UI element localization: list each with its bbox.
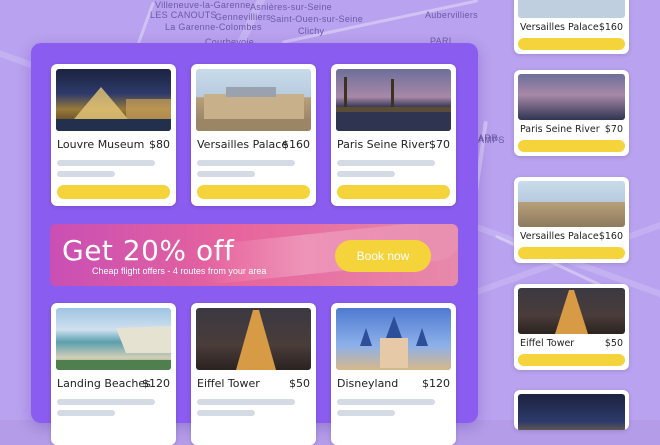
card-title: Disneyland bbox=[337, 377, 399, 390]
offer-card-louvre[interactable]: Louvre Museum $80 bbox=[51, 64, 176, 206]
card-title: Versailles Palace bbox=[520, 231, 599, 242]
side-card-versailles-2[interactable]: Versailles Palace $160 bbox=[514, 177, 629, 263]
book-button[interactable] bbox=[518, 140, 625, 152]
eiffel-tower-icon bbox=[236, 310, 276, 370]
card-price: $50 bbox=[604, 338, 623, 349]
banner-headline: Get 20% off bbox=[62, 234, 235, 267]
card-price: $50 bbox=[289, 377, 310, 390]
map-label: Saint-Ouen-sur-Seine bbox=[270, 14, 364, 24]
text-placeholder bbox=[57, 160, 155, 166]
side-card-eiffel[interactable]: Eiffel Tower $50 bbox=[514, 284, 629, 370]
card-title: Paris Seine River bbox=[520, 124, 600, 135]
card-title: Eiffel Tower bbox=[197, 377, 260, 390]
text-placeholder bbox=[337, 399, 435, 405]
card-title: Louvre Museum bbox=[57, 138, 145, 151]
side-card-louvre[interactable] bbox=[514, 390, 629, 430]
card-title: Versailles Palace bbox=[197, 138, 289, 151]
bridge-icon bbox=[336, 77, 451, 131]
book-button[interactable] bbox=[337, 185, 450, 199]
seine-photo bbox=[518, 74, 625, 120]
book-button[interactable] bbox=[518, 38, 625, 50]
map-label: Gennevilliers bbox=[215, 12, 271, 22]
offer-card-disneyland[interactable]: Disneyland $120 bbox=[331, 303, 456, 445]
card-title: Landing Beaches bbox=[57, 377, 151, 390]
card-price: $160 bbox=[598, 22, 623, 33]
map-label: Aubervilliers bbox=[425, 10, 478, 20]
card-price: $160 bbox=[598, 231, 623, 242]
map-label: Clichy bbox=[298, 26, 325, 36]
text-placeholder bbox=[57, 410, 115, 416]
book-button[interactable] bbox=[518, 247, 625, 259]
card-title: Paris Seine River bbox=[337, 138, 430, 151]
offer-card-versailles[interactable]: Versailles Palace $160 bbox=[191, 64, 316, 206]
castle-icon bbox=[360, 316, 428, 368]
offer-card-beaches[interactable]: Landing Beaches $120 bbox=[51, 303, 176, 445]
text-placeholder bbox=[57, 399, 155, 405]
card-price: $80 bbox=[149, 138, 170, 151]
card-title: Eiffel Tower bbox=[520, 338, 575, 349]
versailles-photo bbox=[196, 69, 311, 131]
text-placeholder bbox=[197, 399, 295, 405]
map-label: Villeneuve-la-Garenne bbox=[155, 0, 251, 10]
text-placeholder bbox=[197, 160, 295, 166]
text-placeholder bbox=[337, 171, 395, 177]
text-placeholder bbox=[337, 160, 435, 166]
versailles-photo bbox=[518, 181, 625, 227]
map-label: LES CANOUTS bbox=[150, 10, 217, 20]
book-now-button[interactable]: Book now bbox=[335, 240, 431, 272]
seine-photo bbox=[336, 69, 451, 131]
side-card-seine[interactable]: Paris Seine River $70 bbox=[514, 70, 629, 156]
louvre-photo bbox=[518, 394, 625, 430]
eiffel-tower-icon bbox=[555, 290, 588, 334]
text-placeholder bbox=[197, 171, 255, 177]
card-price: $160 bbox=[282, 138, 310, 151]
louvre-photo bbox=[56, 69, 171, 131]
book-button[interactable] bbox=[518, 354, 625, 366]
cliff-icon bbox=[56, 326, 171, 370]
text-placeholder bbox=[197, 410, 255, 416]
promo-banner[interactable]: Get 20% off Cheap flight offers - 4 rout… bbox=[50, 224, 458, 286]
pyramid-icon bbox=[56, 87, 171, 131]
versailles-photo bbox=[518, 0, 625, 18]
offer-card-seine[interactable]: Paris Seine River $70 bbox=[331, 64, 456, 206]
book-button[interactable] bbox=[57, 185, 170, 199]
side-card-versailles[interactable]: Versailles Palace $160 bbox=[514, 0, 629, 54]
beaches-photo bbox=[56, 308, 171, 370]
eiffel-photo bbox=[196, 308, 311, 370]
book-button[interactable] bbox=[197, 185, 310, 199]
banner-subtitle: Cheap flight offers - 4 routes from your… bbox=[92, 266, 267, 276]
text-placeholder bbox=[57, 171, 115, 177]
palace-icon bbox=[196, 87, 311, 131]
eiffel-photo bbox=[518, 288, 625, 334]
map-label: La Garenne-Colombes bbox=[165, 22, 262, 32]
card-price: $70 bbox=[604, 124, 623, 135]
offer-card-eiffel[interactable]: Eiffel Tower $50 bbox=[191, 303, 316, 445]
card-price: $120 bbox=[422, 377, 450, 390]
map-label: ARR. bbox=[478, 133, 501, 143]
card-title: Versailles Palace bbox=[520, 22, 599, 33]
map-label: Asnières-sur-Seine bbox=[250, 2, 332, 12]
card-price: $70 bbox=[429, 138, 450, 151]
card-price: $120 bbox=[142, 377, 170, 390]
text-placeholder bbox=[337, 410, 395, 416]
disneyland-photo bbox=[336, 308, 451, 370]
